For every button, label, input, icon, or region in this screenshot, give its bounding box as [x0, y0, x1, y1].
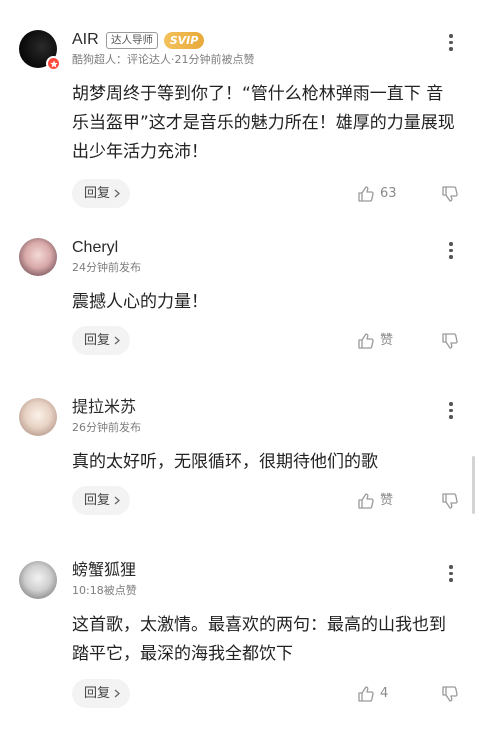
thumbs-up-icon	[358, 333, 374, 349]
reply-label: 回复	[84, 686, 111, 701]
chevron-right-icon	[114, 689, 120, 698]
chevron-right-icon	[114, 496, 120, 505]
comment-text: 胡梦周终于等到你了！“管什么枪林弹雨一直下 音乐当盔甲”这才是音乐的魅力所在！雄…	[72, 84, 455, 162]
thumbs-up-icon	[358, 493, 374, 509]
svip-badge: SVIP	[164, 32, 204, 49]
comment-meta: 酷狗超人：评论达人·21分钟前被点赞	[72, 53, 255, 66]
username[interactable]: AIR	[72, 30, 99, 50]
avatar[interactable]	[19, 561, 57, 599]
more-icon[interactable]	[444, 400, 458, 422]
reply-label: 回复	[84, 333, 111, 348]
avatar[interactable]	[19, 238, 57, 276]
username[interactable]: 螃蟹狐狸	[72, 561, 136, 581]
more-icon[interactable]	[444, 240, 458, 262]
more-icon[interactable]	[444, 563, 458, 585]
scrollbar-thumb[interactable]	[472, 456, 475, 514]
like-count: 4	[380, 686, 389, 701]
comment-text: 真的太好听，无限循环，很期待他们的歌	[72, 452, 378, 472]
chevron-right-icon	[114, 189, 120, 198]
like-count: 63	[380, 186, 397, 201]
more-icon[interactable]	[444, 32, 458, 54]
thumbs-up-icon	[358, 686, 374, 702]
username[interactable]: Cheryl	[72, 238, 118, 258]
comment-meta: 26分钟前发布	[72, 421, 141, 434]
thumbs-down-icon[interactable]	[441, 685, 459, 703]
like-button[interactable]: 63	[357, 183, 397, 205]
thumbs-down-icon[interactable]	[441, 185, 459, 203]
comment-text: 这首歌，太激情。最喜欢的两句：最高的山我也到踏平它，最深的海我全都饮下	[72, 615, 446, 664]
thumbs-up-icon	[358, 186, 374, 202]
reply-button[interactable]: 回复	[72, 679, 130, 708]
username[interactable]: 提拉米苏	[72, 398, 136, 418]
like-count: 赞	[380, 493, 394, 508]
thumbs-down-icon[interactable]	[441, 332, 459, 350]
like-button[interactable]: 4	[357, 683, 388, 705]
reply-button[interactable]: 回复	[72, 179, 130, 208]
reply-button[interactable]: 回复	[72, 486, 130, 515]
avatar[interactable]	[19, 398, 57, 436]
comment-meta: 24分钟前发布	[72, 261, 141, 274]
comment-meta: 10:18被点赞	[72, 584, 137, 597]
thumbs-down-icon[interactable]	[441, 492, 459, 510]
like-count: 赞	[380, 333, 394, 348]
chevron-right-icon	[114, 336, 120, 345]
verified-star-icon	[46, 56, 61, 71]
expert-badge: 达人导师	[106, 32, 158, 49]
reply-label: 回复	[84, 186, 111, 201]
reply-label: 回复	[84, 493, 111, 508]
reply-button[interactable]: 回复	[72, 326, 130, 355]
like-button[interactable]: 赞	[357, 330, 393, 352]
comment-text: 震撼人心的力量！	[72, 292, 208, 312]
like-button[interactable]: 赞	[357, 490, 393, 512]
